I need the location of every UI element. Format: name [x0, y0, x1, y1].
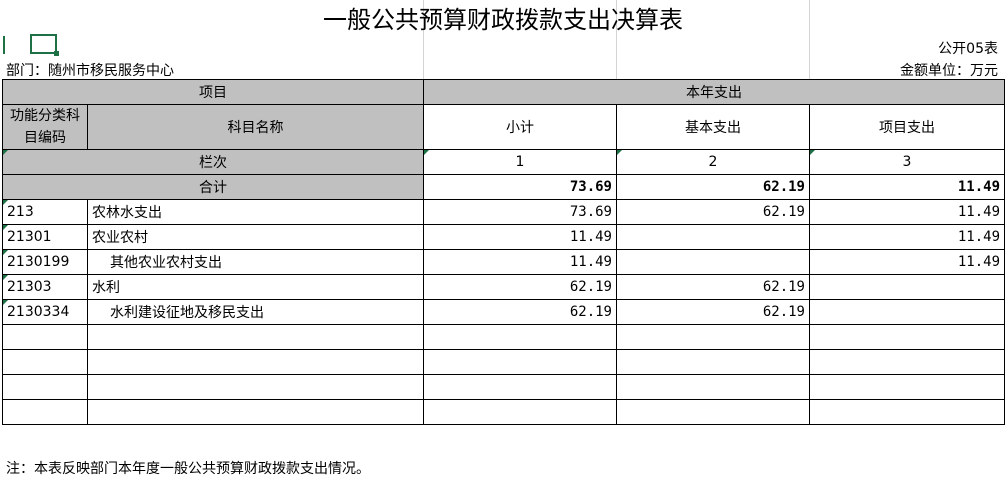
- table-row: 2130199 其他农业农村支出 11.49 11.49: [2, 249, 1006, 275]
- selected-cell[interactable]: [30, 34, 59, 56]
- empty-cell[interactable]: [616, 324, 810, 350]
- row-subtotal[interactable]: 62.19: [423, 274, 617, 300]
- empty-cell[interactable]: [87, 399, 424, 425]
- empty-cell[interactable]: [2, 324, 88, 350]
- empty-row: [2, 399, 1006, 425]
- spreadsheet-sheet: 一般公共预算财政拨款支出决算表 公开05表 部门：随州市移民服务中心 金额单位：…: [0, 0, 1006, 483]
- row-name[interactable]: 水利: [87, 274, 424, 300]
- total-subtotal[interactable]: 73.69: [423, 174, 617, 200]
- row-project[interactable]: [808, 274, 1006, 300]
- report-title: 一般公共预算财政拨款支出决算表: [323, 6, 683, 34]
- row-subtotal[interactable]: 11.49: [423, 224, 617, 250]
- header-project[interactable]: 项目: [2, 79, 424, 105]
- header-code[interactable]: 功能分类科目编码: [2, 104, 88, 150]
- empty-cell[interactable]: [87, 324, 424, 350]
- row-subtotal[interactable]: 11.49: [423, 249, 617, 275]
- header-current-year[interactable]: 本年支出: [422, 79, 1006, 105]
- row-code[interactable]: 213: [2, 199, 88, 225]
- row-code[interactable]: 21301: [2, 224, 88, 250]
- row-project[interactable]: [808, 299, 1006, 325]
- empty-cell[interactable]: [423, 374, 617, 400]
- row-subtotal[interactable]: 73.69: [423, 199, 617, 225]
- empty-cell[interactable]: [423, 399, 617, 425]
- row-code[interactable]: 2130199: [2, 249, 88, 275]
- footnote: 注：本表反映部门本年度一般公共预算财政拨款支出情况。: [6, 461, 370, 477]
- data-rows: 213 农林水支出 73.69 62.19 11.49 21301 农业农村 11.49 11.…: [2, 199, 1006, 325]
- empty-rows: [2, 324, 1006, 425]
- col-index-2[interactable]: 2: [616, 149, 810, 175]
- empty-row: [2, 349, 1006, 375]
- row-subtotal[interactable]: 62.19: [423, 299, 617, 325]
- row-project[interactable]: 11.49: [808, 249, 1006, 275]
- row-project[interactable]: 11.49: [808, 224, 1006, 250]
- empty-cell[interactable]: [2, 399, 88, 425]
- row-basic[interactable]: 62.19: [616, 299, 810, 325]
- col-index-3[interactable]: 3: [808, 149, 1006, 175]
- row-name[interactable]: 水利建设征地及移民支出: [87, 299, 424, 325]
- header-col-index[interactable]: 栏次: [2, 149, 424, 175]
- empty-cell[interactable]: [616, 349, 810, 375]
- empty-cell[interactable]: [616, 399, 810, 425]
- empty-cell[interactable]: [423, 324, 617, 350]
- total-label[interactable]: 合计: [2, 174, 424, 200]
- empty-cell[interactable]: [808, 399, 1006, 425]
- form-number: 公开05表: [938, 41, 998, 57]
- department-label: 部门：随州市移民服务中心: [6, 63, 174, 79]
- empty-row: [2, 374, 1006, 400]
- row-basic[interactable]: [616, 249, 810, 275]
- empty-cell[interactable]: [808, 374, 1006, 400]
- empty-cell[interactable]: [2, 349, 88, 375]
- row-basic[interactable]: 62.19: [616, 199, 810, 225]
- row-name[interactable]: 其他农业农村支出: [87, 249, 424, 275]
- total-project[interactable]: 11.49: [808, 174, 1006, 200]
- empty-row: [2, 324, 1006, 350]
- table-row: 2130334 水利建设征地及移民支出 62.19 62.19: [2, 299, 1006, 325]
- empty-cell[interactable]: [87, 349, 424, 375]
- unit-label: 金额单位：万元: [900, 63, 998, 79]
- row-name[interactable]: 农林水支出: [87, 199, 424, 225]
- row-code[interactable]: 2130334: [2, 299, 88, 325]
- empty-cell[interactable]: [808, 349, 1006, 375]
- expenditure-table: 项目 本年支出 功能分类科目编码 科目名称 小计 基本支出 项目支出 栏次 1 …: [2, 79, 1006, 425]
- col-index-1[interactable]: 1: [423, 149, 617, 175]
- header-subtotal[interactable]: 小计: [423, 104, 617, 150]
- total-basic[interactable]: 62.19: [616, 174, 810, 200]
- header-name[interactable]: 科目名称: [87, 104, 424, 150]
- empty-cell[interactable]: [87, 374, 424, 400]
- row-basic[interactable]: 62.19: [616, 274, 810, 300]
- table-row: 21301 农业农村 11.49 11.49: [2, 224, 1006, 250]
- row-name[interactable]: 农业农村: [87, 224, 424, 250]
- table-row: 213 农林水支出 73.69 62.19 11.49: [2, 199, 1006, 225]
- empty-cell[interactable]: [808, 324, 1006, 350]
- row-basic[interactable]: [616, 224, 810, 250]
- empty-cell[interactable]: [616, 374, 810, 400]
- table-row: 21303 水利 62.19 62.19: [2, 274, 1006, 300]
- row-marker: [3, 36, 5, 54]
- header-project-exp[interactable]: 项目支出: [808, 104, 1006, 150]
- empty-cell[interactable]: [2, 374, 88, 400]
- empty-cell[interactable]: [423, 349, 617, 375]
- row-project[interactable]: 11.49: [808, 199, 1006, 225]
- row-code[interactable]: 21303: [2, 274, 88, 300]
- header-basic[interactable]: 基本支出: [616, 104, 810, 150]
